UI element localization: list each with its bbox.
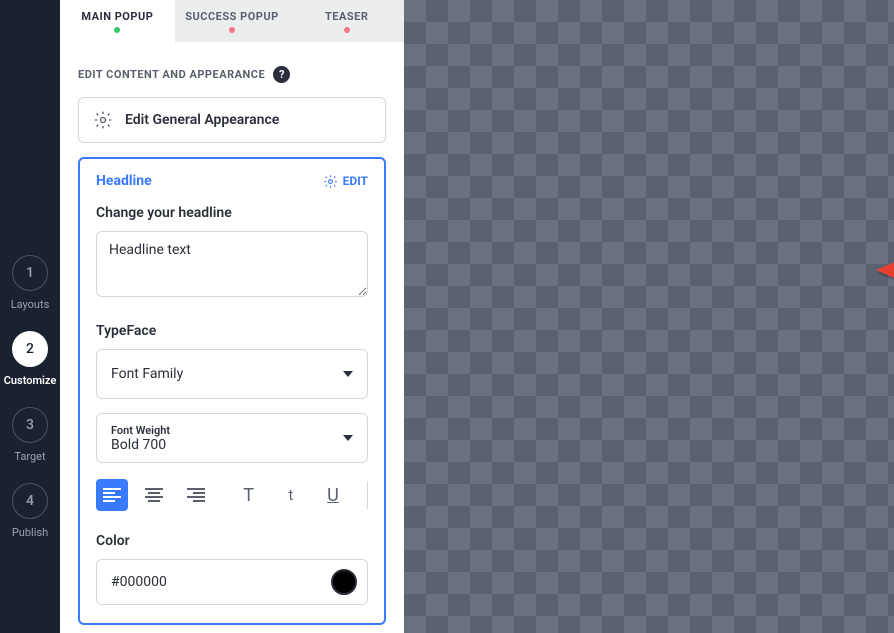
- step-target[interactable]: 3 Target: [12, 407, 48, 463]
- underline-icon: U: [327, 485, 339, 506]
- chevron-down-icon: [343, 435, 353, 441]
- step-circle-1[interactable]: 1: [12, 255, 48, 291]
- font-weight-select[interactable]: Font Weight Bold 700: [96, 413, 368, 463]
- headline-card: Headline EDIT Change your headline TypeF…: [78, 157, 386, 625]
- step-label-target: Target: [14, 450, 45, 463]
- step-customize[interactable]: 2 Customize: [4, 331, 57, 387]
- gear-icon: [323, 174, 338, 189]
- chevron-down-icon: [343, 371, 353, 377]
- tab-main-popup[interactable]: MAIN POPUP: [60, 0, 175, 42]
- step-publish[interactable]: 4 Publish: [12, 483, 48, 539]
- card-header: Headline EDIT: [96, 173, 368, 189]
- step-circle-2[interactable]: 2: [12, 331, 48, 367]
- step-layouts[interactable]: 1 Layouts: [11, 255, 50, 311]
- tab-success-label: SUCCESS POPUP: [185, 10, 279, 23]
- preview-canvas[interactable]: [404, 0, 894, 633]
- card-edit-button[interactable]: EDIT: [323, 174, 368, 189]
- section-title-row: EDIT CONTENT AND APPEARANCE ?: [78, 66, 386, 83]
- edit-general-appearance-button[interactable]: Edit General Appearance: [78, 97, 386, 143]
- align-center-icon: [145, 488, 163, 502]
- align-right-button[interactable]: [180, 479, 212, 511]
- step-rail: 1 Layouts 2 Customize 3 Target 4 Publish: [0, 0, 60, 633]
- align-center-button[interactable]: [138, 479, 170, 511]
- align-right-icon: [187, 488, 205, 502]
- edit-general-label: Edit General Appearance: [125, 112, 279, 128]
- card-edit-label: EDIT: [343, 174, 368, 188]
- headline-input[interactable]: [96, 231, 368, 297]
- section-title: EDIT CONTENT AND APPEARANCE: [78, 68, 265, 81]
- editor-panel: MAIN POPUP SUCCESS POPUP TEASER EDIT CON…: [60, 0, 404, 633]
- color-swatch[interactable]: [331, 569, 357, 595]
- align-left-button[interactable]: [96, 479, 128, 511]
- color-input[interactable]: #000000: [96, 559, 368, 605]
- font-weight-value: Bold 700: [111, 437, 166, 453]
- step-label-publish: Publish: [12, 526, 48, 539]
- align-left-icon: [103, 488, 121, 502]
- tab-success-dot: [229, 27, 235, 33]
- checker-background: [404, 0, 894, 633]
- lowercase-button[interactable]: t: [275, 479, 307, 511]
- uppercase-icon: T: [243, 485, 254, 506]
- step-circle-4[interactable]: 4: [12, 483, 48, 519]
- font-weight-top-label: Font Weight: [111, 424, 170, 437]
- tab-main-label: MAIN POPUP: [81, 10, 153, 23]
- step-circle-3[interactable]: 3: [12, 407, 48, 443]
- tab-teaser[interactable]: TEASER: [289, 0, 404, 42]
- tab-success-popup[interactable]: SUCCESS POPUP: [175, 0, 290, 42]
- uppercase-button[interactable]: T: [233, 479, 265, 511]
- color-value: #000000: [111, 574, 167, 590]
- step-label-customize: Customize: [4, 374, 57, 387]
- step-label-layouts: Layouts: [11, 298, 50, 311]
- help-icon[interactable]: ?: [273, 66, 290, 83]
- format-toolbar: T t U: [96, 479, 368, 511]
- headline-field-label: Change your headline: [96, 205, 368, 221]
- popup-tabs: MAIN POPUP SUCCESS POPUP TEASER: [60, 0, 404, 42]
- underline-button[interactable]: U: [317, 479, 349, 511]
- font-family-select[interactable]: Font Family: [96, 349, 368, 399]
- typeface-label: TypeFace: [96, 323, 368, 339]
- tab-teaser-dot: [344, 27, 350, 33]
- toolbar-divider: [367, 481, 368, 509]
- editor-scroll[interactable]: EDIT CONTENT AND APPEARANCE ? Edit Gener…: [60, 42, 404, 633]
- card-title: Headline: [96, 173, 152, 189]
- tab-teaser-label: TEASER: [325, 10, 368, 23]
- tab-main-dot: [114, 27, 120, 33]
- gear-icon: [93, 110, 113, 130]
- font-family-placeholder: Font Family: [111, 366, 183, 382]
- lowercase-icon: t: [288, 486, 293, 504]
- color-label: Color: [96, 533, 368, 549]
